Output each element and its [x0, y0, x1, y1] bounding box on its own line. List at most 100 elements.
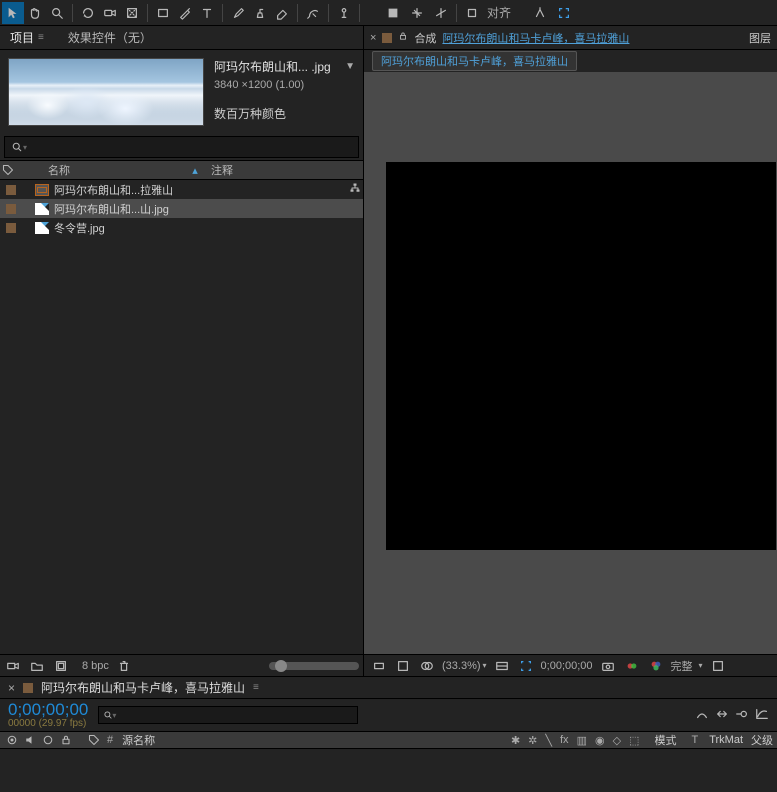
expand-icon[interactable] [553, 2, 575, 24]
thumbnail-size-slider[interactable] [269, 662, 359, 670]
video-toggle-icon[interactable] [4, 732, 20, 748]
resolution-icon[interactable] [493, 657, 511, 675]
show-channel-icon[interactable] [623, 657, 641, 675]
asset-dropdown-icon[interactable]: ▼ [345, 61, 355, 72]
col-comment[interactable]: 注释 [211, 162, 361, 178]
timeline-tab-title[interactable]: 阿玛尔布朗山和马卡卢峰，喜马拉雅山 [41, 679, 245, 696]
shy-toggle-icon[interactable] [695, 707, 709, 724]
label-column-icon[interactable] [86, 732, 102, 748]
snapshot-icon[interactable] [599, 657, 617, 675]
switches-icon[interactable]: ◇ [613, 734, 621, 747]
close-tab-icon[interactable]: × [8, 681, 15, 695]
trash-icon[interactable] [115, 657, 133, 675]
timeline-search[interactable]: ▾ [98, 706, 358, 724]
puppet-pin-tool[interactable] [333, 2, 355, 24]
tab-layers[interactable]: 图层 [749, 30, 771, 46]
current-timecode[interactable]: 0;00;00;00 [541, 660, 593, 672]
label-color-swatch[interactable] [6, 204, 16, 214]
close-tab-icon[interactable]: × [370, 32, 376, 44]
zoom-dropdown[interactable]: (33.3%) ▾ [442, 660, 487, 672]
resolution-dropdown[interactable]: 完整 [671, 658, 693, 674]
viewport[interactable] [364, 72, 777, 654]
panel-menu-icon[interactable]: ≡ [38, 32, 44, 43]
tab-effect-controls[interactable]: 效果控件（无） [68, 29, 152, 46]
t-column[interactable]: T [691, 734, 698, 746]
rectangle-tool[interactable] [152, 2, 174, 24]
timeline-panel: × 阿玛尔布朗山和马卡卢峰，喜马拉雅山 ≡ 0;00;00;00 00000 (… [0, 676, 777, 792]
3d-switch-icon[interactable]: ⬚ [629, 734, 639, 747]
tab-project[interactable]: 项目 ≡ [10, 29, 44, 46]
graph-editor-icon[interactable] [755, 707, 769, 724]
project-footer: 8 bpc [0, 654, 363, 676]
sort-indicator-icon[interactable]: ▴ [185, 164, 205, 177]
interpret-footage-icon[interactable] [4, 657, 22, 675]
search-icon [11, 141, 23, 153]
asset-title: 阿玛尔布朗山和... .jpg [214, 58, 331, 75]
bpc-label[interactable]: 8 bpc [82, 660, 109, 672]
switches-icon[interactable]: ✱ [511, 734, 520, 747]
switches-icon[interactable]: ✲ [528, 734, 537, 747]
type-tool[interactable] [196, 2, 218, 24]
label-color-swatch[interactable] [6, 223, 16, 233]
panel-menu-icon[interactable]: ≡ [253, 682, 259, 693]
color-management-icon[interactable] [647, 657, 665, 675]
brush-tool[interactable] [227, 2, 249, 24]
selection-tool[interactable] [2, 2, 24, 24]
label-color-swatch [23, 683, 33, 693]
toggle-mask-icon[interactable] [418, 657, 436, 675]
new-comp-icon[interactable] [52, 657, 70, 675]
index-column[interactable]: # [107, 734, 113, 746]
search-help-icon[interactable] [529, 2, 551, 24]
comp-name-link[interactable]: 阿玛尔布朗山和马卡卢峰，喜马拉雅山 [442, 30, 629, 46]
lock-icon[interactable] [398, 31, 408, 44]
switches-icon[interactable]: ▥ [577, 734, 587, 747]
chevron-down-icon: ▾ [112, 711, 116, 720]
motion-blur-icon[interactable] [735, 707, 749, 724]
trkmat-column[interactable]: TrkMat [709, 734, 743, 746]
col-name[interactable]: 名称 [48, 162, 185, 178]
project-search[interactable]: ▾ [4, 136, 359, 158]
unified-camera-tool[interactable] [99, 2, 121, 24]
local-axis-icon[interactable] [382, 2, 404, 24]
project-row[interactable]: 阿玛尔布朗山和...拉雅山 [0, 180, 363, 199]
tag-icon[interactable] [2, 164, 14, 176]
snapping-icon[interactable] [461, 2, 483, 24]
project-list-header: 名称 ▴ 注释 [0, 160, 363, 180]
source-name-column[interactable]: 源名称 [122, 732, 155, 748]
label-color-swatch[interactable] [6, 185, 16, 195]
view-options-icon[interactable] [709, 657, 727, 675]
flowchart-icon[interactable] [349, 182, 361, 197]
pen-tool[interactable] [174, 2, 196, 24]
search-dropdown-icon[interactable]: ▾ [23, 143, 27, 152]
label-color-swatch [382, 33, 392, 43]
parent-column[interactable]: 父级 [751, 732, 773, 748]
orbit-camera-tool[interactable] [77, 2, 99, 24]
audio-toggle-icon[interactable] [22, 732, 38, 748]
toggle-alpha-icon[interactable] [370, 657, 388, 675]
region-of-interest-icon[interactable] [517, 657, 535, 675]
pan-behind-tool[interactable] [121, 2, 143, 24]
view-axis-icon[interactable] [430, 2, 452, 24]
fx-switch-icon[interactable]: fx [560, 734, 569, 746]
frame-blend-icon[interactable] [715, 707, 729, 724]
roto-brush-tool[interactable] [302, 2, 324, 24]
mode-column[interactable]: 模式 [654, 732, 676, 748]
new-folder-icon[interactable] [28, 657, 46, 675]
composition-canvas[interactable] [386, 162, 776, 550]
breadcrumb-item[interactable]: 阿玛尔布朗山和马卡卢峰，喜马拉雅山 [372, 51, 577, 71]
zoom-tool[interactable] [46, 2, 68, 24]
project-row[interactable]: 阿玛尔布朗山和...山.jpg [0, 199, 363, 218]
lock-toggle-icon[interactable] [58, 732, 74, 748]
clone-stamp-tool[interactable] [249, 2, 271, 24]
hand-tool[interactable] [24, 2, 46, 24]
project-row[interactable]: 冬令营.jpg [0, 218, 363, 237]
switches-icon[interactable]: ╲ [545, 734, 552, 747]
switches-icon[interactable]: ◉ [595, 734, 605, 747]
timeline-timecode[interactable]: 0;00;00;00 [8, 701, 88, 718]
toggle-transparency-grid-icon[interactable] [394, 657, 412, 675]
eraser-tool[interactable] [271, 2, 293, 24]
world-axis-icon[interactable] [406, 2, 428, 24]
solo-toggle-icon[interactable] [40, 732, 56, 748]
comp-tab-type: 合成 [414, 30, 436, 46]
timeline-frames: 00000 (29.97 fps) [8, 718, 88, 729]
